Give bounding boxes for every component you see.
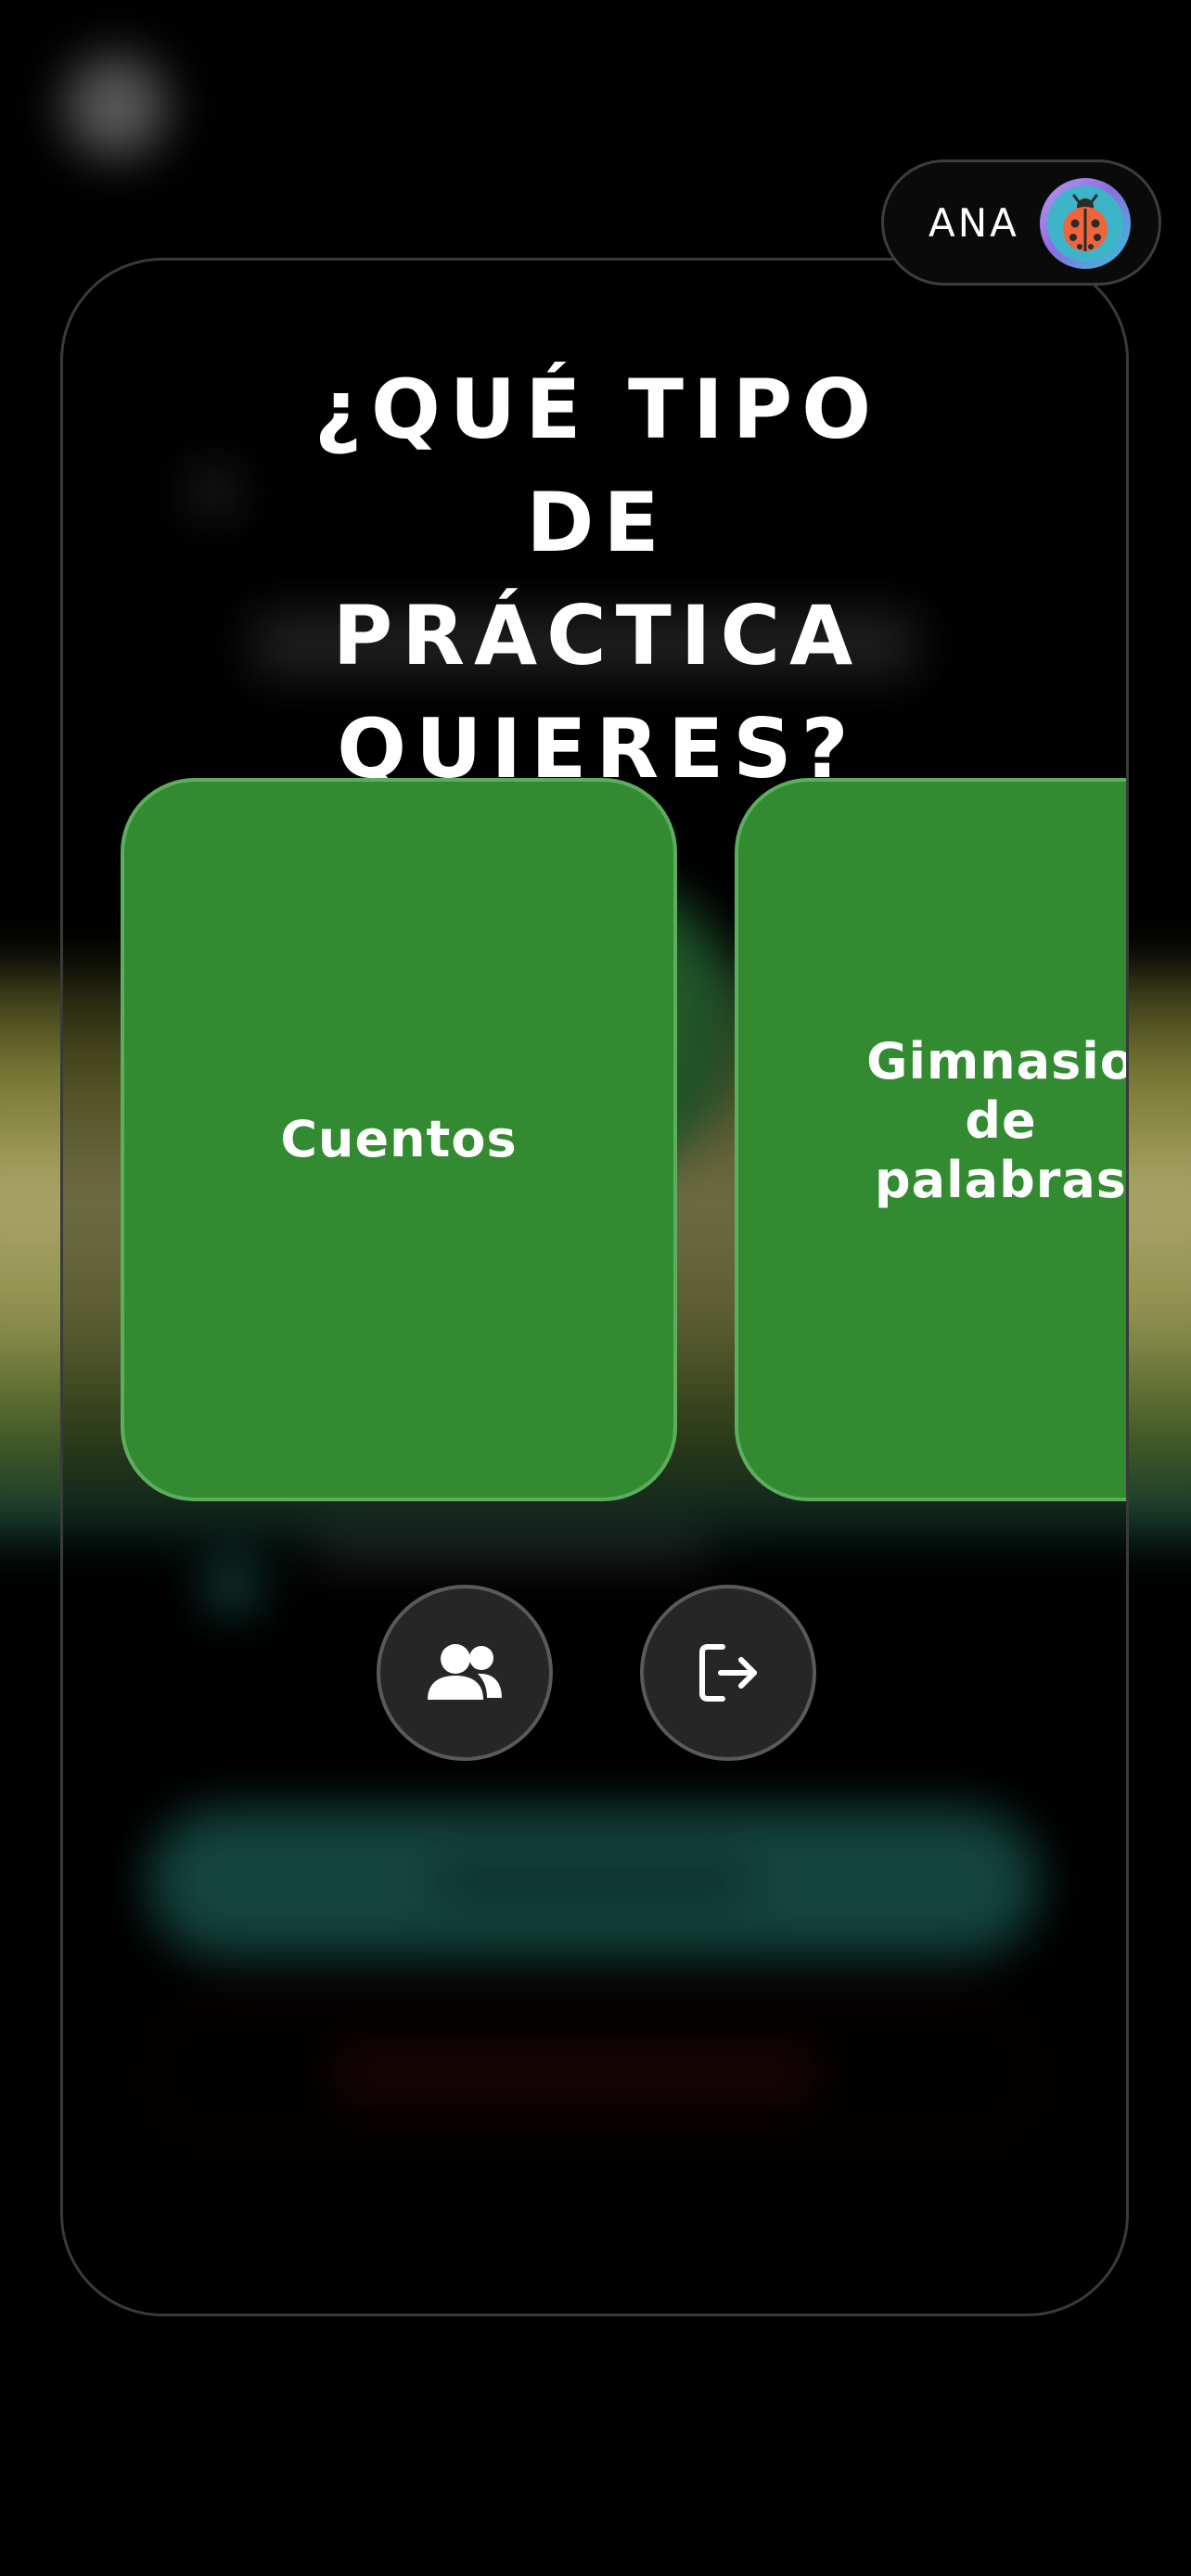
- background-glow: [65, 56, 167, 158]
- logout-icon: [699, 1644, 757, 1702]
- practice-card-label: Gimnasio de palabras: [866, 1032, 1129, 1209]
- avatar-background: [1047, 185, 1123, 261]
- practice-card-gimnasio-de-palabras[interactable]: Gimnasio de palabras: [735, 778, 1129, 1501]
- avatar: [1040, 178, 1131, 269]
- logout-button[interactable]: [640, 1585, 816, 1761]
- ladybug-icon: [1063, 194, 1108, 251]
- page-title: ¿QUÉ TIPO DE PRÁCTICA QUIERES?: [63, 353, 1126, 806]
- switch-user-button[interactable]: [377, 1585, 553, 1761]
- user-profile-pill[interactable]: ANA: [881, 159, 1161, 286]
- practice-card-label: Cuentos: [280, 1110, 518, 1168]
- practice-selection-panel: ¿QUÉ TIPO DE PRÁCTICA QUIERES? Cuentos G…: [60, 258, 1129, 2316]
- users-icon: [428, 1644, 502, 1700]
- app-screen: ¿QUÉ TIPO DE PRÁCTICA QUIERES? Cuentos G…: [0, 0, 1191, 2576]
- user-name: ANA: [928, 200, 1019, 246]
- page-title-text: ¿QUÉ TIPO DE PRÁCTICA QUIERES?: [314, 362, 881, 797]
- practice-card-cuentos[interactable]: Cuentos: [121, 778, 677, 1501]
